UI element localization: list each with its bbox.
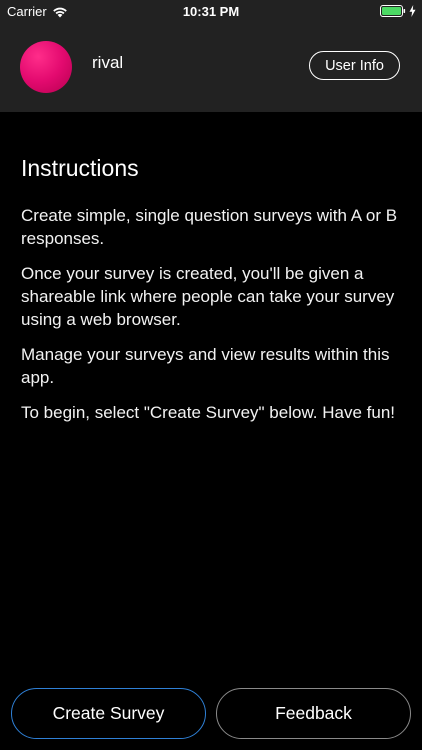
user-header: rival User Info: [0, 22, 422, 112]
instructions-paragraph: Once your survey is created, you'll be g…: [21, 264, 395, 329]
instructions-paragraph: To begin, select "Create Survey" below. …: [21, 403, 395, 422]
battery-icon: [380, 5, 406, 17]
avatar: [20, 41, 72, 93]
create-survey-button[interactable]: Create Survey: [11, 688, 206, 739]
instructions-paragraph: Create simple, single question surveys w…: [21, 206, 398, 248]
username-label: rival: [92, 53, 124, 72]
instructions-paragraph: Manage your surveys and view results wit…: [21, 345, 390, 387]
instructions-title: Instructions: [21, 155, 139, 181]
feedback-button[interactable]: Feedback: [216, 688, 411, 739]
status-bar: Carrier 10:31 PM: [0, 0, 422, 22]
status-time: 10:31 PM: [182, 4, 240, 19]
battery-indicator: [380, 5, 416, 17]
charging-bolt-icon: [409, 5, 416, 17]
user-info-button[interactable]: User Info: [309, 51, 400, 80]
instructions-section: Instructions Create simple, single quest…: [21, 112, 406, 424]
